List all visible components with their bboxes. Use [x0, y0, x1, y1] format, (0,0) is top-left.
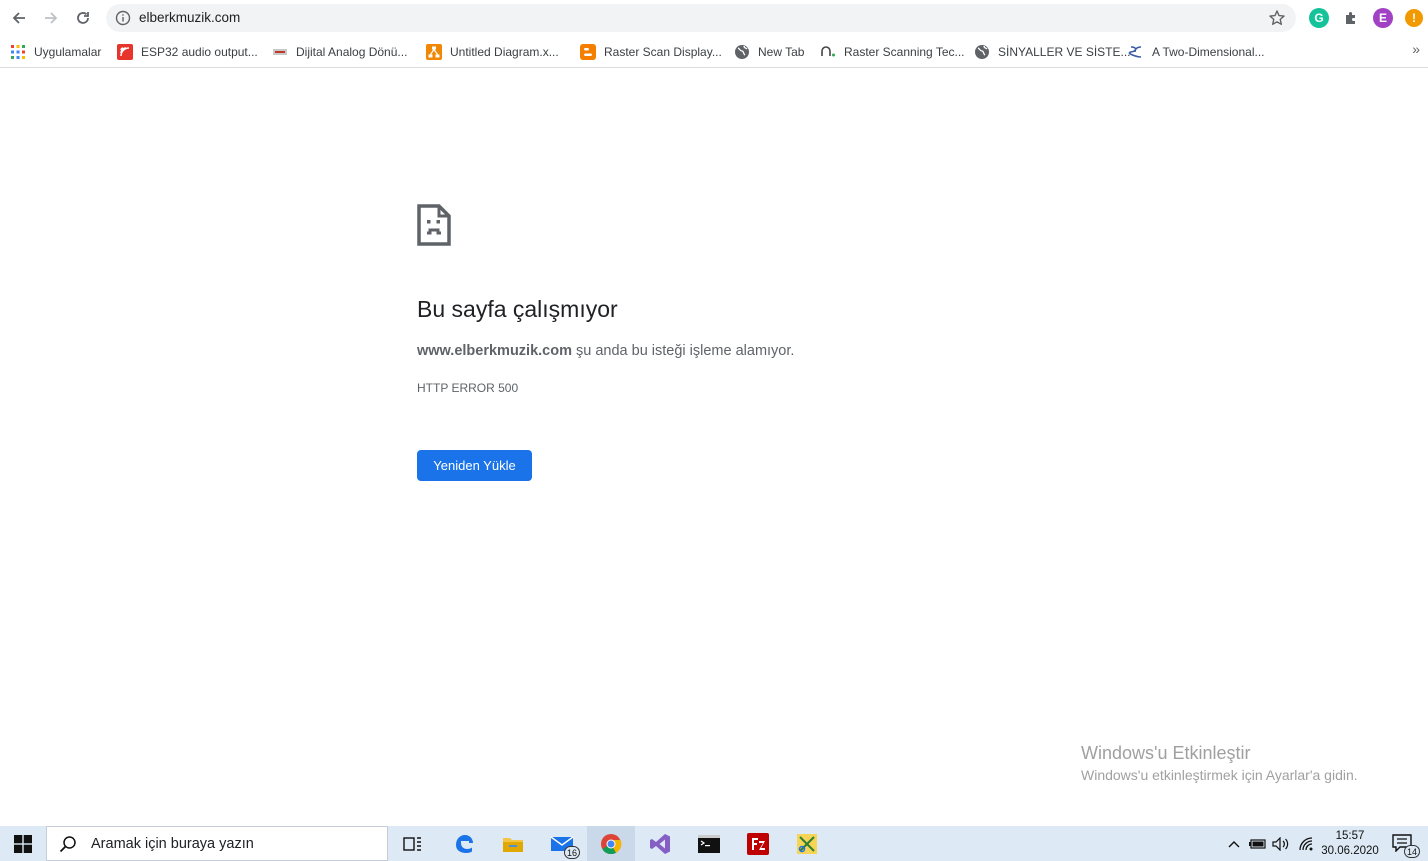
address-bar[interactable]: elberkmuzik.com: [106, 4, 1296, 32]
globe-icon: [974, 44, 990, 60]
reload-button[interactable]: [71, 6, 95, 30]
site-icon: [272, 44, 288, 60]
error-domain: www.elberkmuzik.com: [417, 343, 572, 359]
error-title: Bu sayfa çalışmıyor: [417, 296, 618, 322]
taskbar-chrome[interactable]: [587, 826, 635, 861]
bookmarks-bar: Uygulamalar ESP32 audio output... Dijita…: [0, 36, 1428, 68]
bookmark-star-icon[interactable]: [1268, 9, 1286, 27]
scissors-tool-icon: [797, 833, 817, 854]
battery-icon[interactable]: [1249, 835, 1267, 853]
bookmark-sinyaller[interactable]: SİNYALLER VE SİSTE...: [974, 42, 1131, 62]
action-center-button[interactable]: 14: [1392, 834, 1420, 858]
bookmark-raster-scanning[interactable]: Raster Scanning Tec...: [820, 42, 965, 62]
bookmark-label: SİNYALLER VE SİSTE...: [998, 45, 1131, 59]
site-icon: [1128, 44, 1144, 60]
bookmark-apps[interactable]: Uygulamalar: [10, 42, 101, 62]
apps-grid-icon: [10, 44, 26, 60]
forward-arrow-icon: [45, 12, 58, 24]
volume-icon[interactable]: [1272, 835, 1290, 853]
visual-studio-icon: [650, 833, 670, 854]
task-view-icon: [403, 836, 421, 851]
blogger-icon: [580, 44, 596, 60]
profile-avatar[interactable]: E: [1373, 8, 1393, 28]
bookmark-label: New Tab: [758, 45, 805, 59]
edge-icon: [456, 834, 473, 853]
update-alert-icon[interactable]: !: [1405, 9, 1423, 27]
profile-letter: E: [1378, 11, 1387, 25]
site-icon: [820, 44, 836, 60]
bookmark-raster-scan-display[interactable]: Raster Scan Display...: [580, 42, 722, 62]
bookmark-label: Dijital Analog Dönü...: [296, 45, 408, 59]
bookmark-dijital-analog[interactable]: Dijital Analog Dönü...: [272, 42, 407, 62]
search-placeholder: Aramak için buraya yazın: [91, 835, 254, 852]
error-code: HTTP ERROR 500: [417, 381, 519, 395]
back-button[interactable]: [7, 6, 31, 30]
taskbar-visual-studio[interactable]: [636, 826, 684, 861]
bookmark-drawio[interactable]: Untitled Diagram.x...: [426, 42, 559, 62]
bookmark-label: Raster Scan Display...: [604, 45, 722, 59]
task-view-button[interactable]: [389, 826, 437, 861]
error-message-text: şu anda bu isteği işleme alamıyor.: [571, 343, 795, 359]
chrome-icon: [601, 833, 622, 854]
taskbar-file-explorer[interactable]: [489, 826, 537, 861]
windows-taskbar: Aramak için buraya yazın 16 15:57 30.06.…: [0, 826, 1428, 861]
extensions-puzzle-icon[interactable]: [1341, 8, 1361, 28]
bookmark-label: Raster Scanning Tec...: [844, 45, 965, 59]
folder-icon: [503, 837, 523, 852]
reload-icon: [77, 12, 89, 24]
taskbar-clock[interactable]: 15:57 30.06.2020: [1318, 829, 1382, 859]
bookmark-label: ESP32 audio output...: [141, 45, 258, 59]
bookmark-label: Untitled Diagram.x...: [450, 45, 559, 59]
drawio-icon: [426, 44, 442, 60]
sad-page-icon: [417, 204, 451, 246]
url-text[interactable]: elberkmuzik.com: [139, 10, 240, 25]
globe-icon: [734, 44, 750, 60]
bookmark-esp32[interactable]: ESP32 audio output...: [117, 42, 258, 62]
search-icon: [59, 835, 76, 852]
activation-watermark-subtitle: Windows'u etkinleştirmek için Ayarlar'a …: [1081, 767, 1358, 783]
bookmark-two-dimensional[interactable]: A Two-Dimensional...: [1128, 42, 1265, 62]
activation-watermark-title: Windows'u Etkinleştir: [1081, 743, 1251, 763]
mail-badge: 16: [563, 846, 580, 859]
taskbar-edge[interactable]: [440, 826, 488, 861]
bookmarks-overflow-chevron-icon[interactable]: »: [1412, 41, 1420, 57]
notification-badge: 14: [1403, 845, 1420, 858]
taskbar-mail[interactable]: 16: [538, 826, 586, 861]
clock-date: 30.06.2020: [1321, 845, 1379, 857]
back-arrow-icon: [12, 12, 25, 24]
wifi-icon[interactable]: [1297, 835, 1315, 853]
filezilla-icon: [747, 832, 769, 855]
espressif-icon: [117, 44, 133, 60]
taskbar-terminal[interactable]: [685, 826, 733, 861]
tray-overflow-chevron-icon[interactable]: [1225, 835, 1243, 853]
clock-time: 15:57: [1335, 830, 1365, 842]
bookmark-label: A Two-Dimensional...: [1152, 45, 1265, 59]
terminal-icon: [698, 834, 720, 853]
taskbar-filezilla[interactable]: [734, 826, 782, 861]
windows-logo-icon: [14, 834, 32, 853]
forward-button[interactable]: [39, 6, 63, 30]
browser-toolbar: elberkmuzik.com G E !: [0, 0, 1428, 36]
error-message: www.elberkmuzik.com şu anda bu isteği iş…: [417, 343, 794, 359]
start-button[interactable]: [0, 826, 46, 861]
info-icon[interactable]: [115, 10, 131, 26]
taskbar-search-box[interactable]: Aramak için buraya yazın: [46, 826, 388, 861]
taskbar-snipping-tool[interactable]: [783, 826, 831, 861]
reload-page-button[interactable]: Yeniden Yükle: [417, 450, 532, 481]
grammarly-extension-icon[interactable]: G: [1309, 8, 1329, 28]
bookmark-new-tab[interactable]: New Tab: [734, 42, 804, 62]
bookmark-label: Uygulamalar: [34, 45, 102, 59]
